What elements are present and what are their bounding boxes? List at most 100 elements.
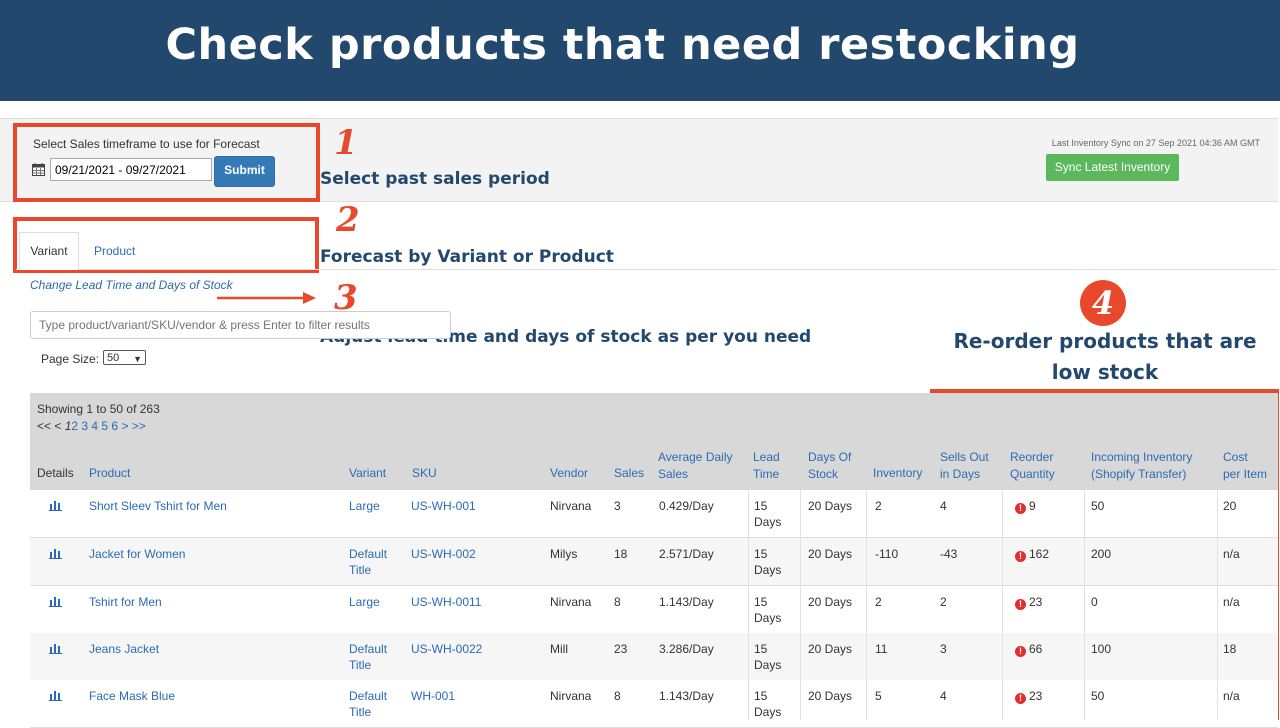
- variant-name[interactable]: Default: [349, 546, 387, 562]
- lead-time: 15: [754, 595, 768, 609]
- step-number-2: 2: [336, 200, 360, 240]
- sku[interactable]: US-WH-002: [411, 546, 476, 562]
- avg-daily-sales: 0.429/Day: [659, 499, 714, 513]
- col-avg-line1: Average Daily: [658, 450, 733, 464]
- col-inventory[interactable]: Inventory: [873, 465, 922, 482]
- sales-count: 3: [614, 499, 621, 513]
- step-number-1: 1: [334, 123, 358, 163]
- lead-time-unit: Days: [754, 515, 782, 529]
- col-avg-daily-sales[interactable]: Average Daily Sales: [658, 449, 732, 483]
- col-product[interactable]: Product: [89, 465, 130, 482]
- incoming-inventory: 50: [1091, 689, 1105, 703]
- product-name[interactable]: Short Sleev Tshirt for Men: [89, 498, 227, 514]
- arrow-right-icon: [217, 292, 316, 304]
- incoming-inventory: 50: [1091, 499, 1105, 513]
- sku[interactable]: US-WH-0022: [411, 641, 482, 657]
- days-of-stock: 20 Days: [808, 642, 853, 656]
- variant-name-line2[interactable]: Title: [349, 704, 371, 720]
- lead-time: 15: [754, 499, 768, 513]
- col-sku[interactable]: SKU: [412, 465, 437, 482]
- pager-pages[interactable]: 2 3 4 5 6: [71, 419, 118, 433]
- variant-name[interactable]: Large: [349, 594, 380, 610]
- col-sells-line1: Sells Out: [940, 450, 989, 464]
- variant-name[interactable]: Default: [349, 688, 387, 704]
- pager-prev[interactable]: << <: [37, 419, 65, 433]
- variant-name[interactable]: Default: [349, 641, 387, 657]
- col-reorder-line2: Quantity: [1010, 467, 1055, 481]
- tab-product[interactable]: Product: [94, 244, 135, 258]
- pager-next[interactable]: > >>: [118, 419, 145, 433]
- banner-title: Check products that need restocking: [165, 20, 1080, 70]
- bar-chart-icon[interactable]: [49, 643, 62, 654]
- avg-daily-sales: 2.571/Day: [659, 547, 714, 561]
- tab-variant[interactable]: Variant: [19, 232, 79, 270]
- cost-per-item: n/a: [1223, 689, 1240, 703]
- cost-per-item: n/a: [1223, 547, 1240, 561]
- col-days-line2: Stock: [808, 467, 839, 481]
- col-incoming[interactable]: Incoming Inventory (Shopify Transfer): [1091, 449, 1192, 483]
- product-name[interactable]: Face Mask Blue: [89, 688, 175, 704]
- callout-reorder-line1: Re-order products that are: [953, 329, 1257, 353]
- variant-name[interactable]: Large: [349, 498, 380, 514]
- lead-time-unit: Days: [754, 705, 782, 719]
- results-count: Showing 1 to 50 of 263: [37, 402, 160, 416]
- column-divider: [748, 490, 749, 720]
- col-lead-time[interactable]: Lead Time: [753, 449, 780, 483]
- title-banner: Check products that need restocking: [0, 0, 1280, 101]
- cost-per-item: n/a: [1223, 595, 1240, 609]
- column-divider: [1217, 490, 1218, 720]
- col-lead-line2: Time: [753, 467, 780, 481]
- inventory-count: -110: [875, 547, 899, 561]
- filter-input[interactable]: [30, 311, 451, 339]
- col-variant[interactable]: Variant: [349, 465, 386, 482]
- sells-out-days: -43: [940, 547, 958, 561]
- bar-chart-icon[interactable]: [49, 596, 62, 607]
- alert-icon: !: [1015, 551, 1026, 562]
- reorder-quantity: ! 23: [1015, 594, 1042, 610]
- bar-chart-icon[interactable]: [49, 500, 62, 511]
- reorder-quantity: ! 23: [1015, 688, 1042, 704]
- reorder-value: 23: [1029, 689, 1043, 703]
- col-sales[interactable]: Sales: [614, 465, 644, 482]
- column-divider: [1084, 490, 1085, 720]
- sku[interactable]: US-WH-001: [411, 498, 476, 514]
- variant-name-line2[interactable]: Title: [349, 562, 371, 578]
- col-sells-line2: in Days: [940, 467, 981, 481]
- col-lead-line1: Lead: [753, 450, 780, 464]
- inventory-count: 2: [875, 595, 882, 609]
- product-name[interactable]: Tshirt for Men: [89, 594, 162, 610]
- product-name[interactable]: Jacket for Women: [89, 546, 185, 562]
- vendor: Nirvana: [550, 595, 592, 609]
- col-cost[interactable]: Cost per Item: [1223, 449, 1267, 483]
- sells-out-days: 4: [940, 499, 947, 513]
- reorder-quantity: ! 66: [1015, 641, 1042, 657]
- pagination[interactable]: << < 12 3 4 5 6 > >>: [37, 419, 146, 433]
- bar-chart-icon[interactable]: [49, 690, 62, 701]
- inventory-count: 5: [875, 689, 882, 703]
- sku[interactable]: WH-001: [411, 688, 455, 704]
- col-vendor[interactable]: Vendor: [550, 465, 588, 482]
- variant-name-line2[interactable]: Title: [349, 657, 371, 673]
- sync-inventory-button[interactable]: Sync Latest Inventory: [1046, 154, 1179, 181]
- highlight-box-timeframe: [13, 123, 320, 202]
- alert-icon: !: [1015, 503, 1026, 514]
- reorder-quantity: ! 162: [1015, 546, 1049, 562]
- page-size-select[interactable]: 50 ▼: [103, 350, 146, 365]
- callout-sales-period: Select past sales period: [320, 169, 550, 189]
- column-divider: [800, 490, 801, 720]
- change-lead-time-link[interactable]: Change Lead Time and Days of Stock: [30, 278, 233, 292]
- lead-time-unit: Days: [754, 611, 782, 625]
- col-days-of-stock[interactable]: Days Of Stock: [808, 449, 851, 483]
- step-number-4: 4: [1080, 280, 1126, 326]
- tabs-divider: [16, 269, 1278, 270]
- incoming-inventory: 100: [1091, 642, 1112, 656]
- product-name[interactable]: Jeans Jacket: [89, 641, 159, 657]
- sales-count: 23: [614, 642, 628, 656]
- page-size-value: 50: [107, 352, 120, 364]
- col-reorder-qty[interactable]: Reorder Quantity: [1010, 449, 1055, 483]
- sku[interactable]: US-WH-0011: [411, 594, 481, 610]
- reorder-value: 66: [1029, 642, 1043, 656]
- bar-chart-icon[interactable]: [49, 548, 62, 559]
- inventory-count: 11: [875, 642, 888, 656]
- col-sells-out[interactable]: Sells Out in Days: [940, 449, 989, 483]
